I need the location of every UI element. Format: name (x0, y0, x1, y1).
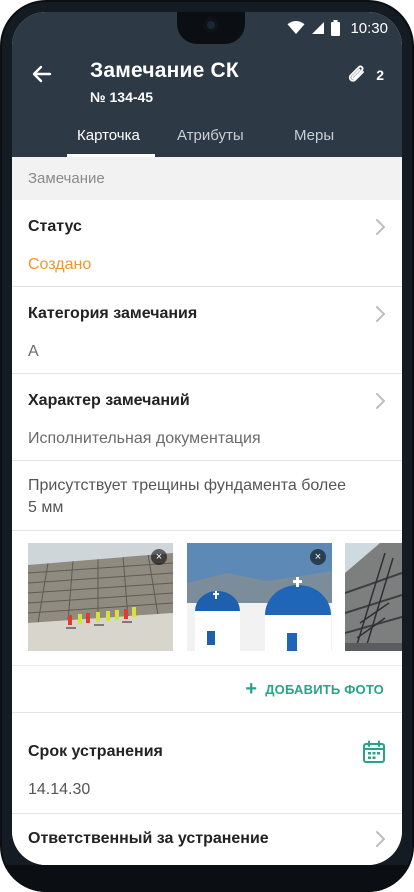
phone-frame: 10:30 Замечание СК № 134-45 2 Карточка А… (0, 0, 414, 892)
responsible-label: Ответственный за устранение (28, 830, 269, 847)
description-field[interactable]: Присутствует трещины фундамента более 5 … (12, 461, 402, 531)
wifi-icon (287, 21, 305, 34)
phone-bottom-bezel (0, 865, 414, 892)
attachments-count: 2 (376, 67, 384, 83)
app-header: 10:30 Замечание СК № 134-45 2 Карточка А… (12, 12, 402, 157)
clock: 10:30 (350, 19, 388, 37)
plus-icon: + (245, 677, 258, 700)
category-field[interactable]: Категория замечания А (12, 287, 402, 374)
tab-card-label: Карточка (77, 127, 140, 144)
front-camera (204, 18, 218, 32)
deadline-label: Срок устранения (28, 743, 163, 760)
remove-photo-icon[interactable]: × (310, 549, 326, 565)
photo-strip: × × (12, 531, 402, 666)
tab-card[interactable]: Карточка (12, 119, 155, 157)
chevron-right-icon (376, 831, 385, 847)
photo-thumbnail-1[interactable]: × (28, 543, 173, 651)
category-label: Категория замечания (28, 305, 198, 322)
character-value: Исполнительная документация (28, 430, 261, 447)
signal-icon (312, 22, 325, 34)
app-screen: 10:30 Замечание СК № 134-45 2 Карточка А… (12, 12, 402, 865)
deadline-field[interactable]: Срок устранения 14.14.30 (12, 713, 402, 814)
deadline-value: 14.14.30 (28, 781, 91, 798)
battery-icon (331, 20, 341, 36)
add-photo-button[interactable]: + ДОБАВИТЬ ФОТО (12, 666, 402, 713)
chevron-right-icon (376, 219, 385, 235)
building-crane-image (345, 543, 402, 651)
card-content: Замечание Статус Создано Категория замеч… (12, 157, 402, 865)
section-header: Замечание (12, 157, 402, 200)
status-icons: 10:30 (287, 18, 388, 38)
character-label: Характер замечаний (28, 392, 190, 409)
tab-measures[interactable]: Меры (275, 119, 402, 157)
responsible-field[interactable]: Ответственный за устранение (12, 814, 402, 865)
chevron-right-icon (376, 306, 385, 322)
calendar-icon[interactable] (362, 740, 386, 764)
photo-thumbnail-2[interactable]: × (187, 543, 332, 651)
chevron-right-icon (376, 393, 385, 409)
tab-attributes[interactable]: Атрибуты (145, 119, 275, 157)
attachments-button[interactable]: 2 (344, 62, 384, 88)
notch (177, 12, 245, 44)
status-bar: 10:30 (12, 12, 402, 44)
status-field[interactable]: Статус Создано (12, 200, 402, 287)
back-arrow-icon[interactable] (30, 62, 54, 86)
remove-photo-icon[interactable]: × (151, 549, 167, 565)
status-label: Статус (28, 218, 82, 235)
page-title: Замечание СК (90, 59, 239, 82)
paperclip-icon (349, 65, 365, 82)
add-photo-label: ДОБАВИТЬ ФОТО (265, 681, 384, 697)
description-text: Присутствует трещины фундамента более 5 … (28, 477, 347, 516)
status-value: Создано (28, 256, 92, 273)
page-subtitle: № 134-45 (90, 89, 154, 105)
photo-thumbnail-3[interactable] (345, 543, 402, 651)
tab-bar: Карточка Атрибуты Меры (12, 119, 402, 157)
tab-attributes-label: Атрибуты (177, 127, 244, 144)
category-value: А (28, 343, 39, 360)
character-field[interactable]: Характер замечаний Исполнительная докуме… (12, 374, 402, 461)
tab-measures-label: Меры (294, 127, 335, 144)
